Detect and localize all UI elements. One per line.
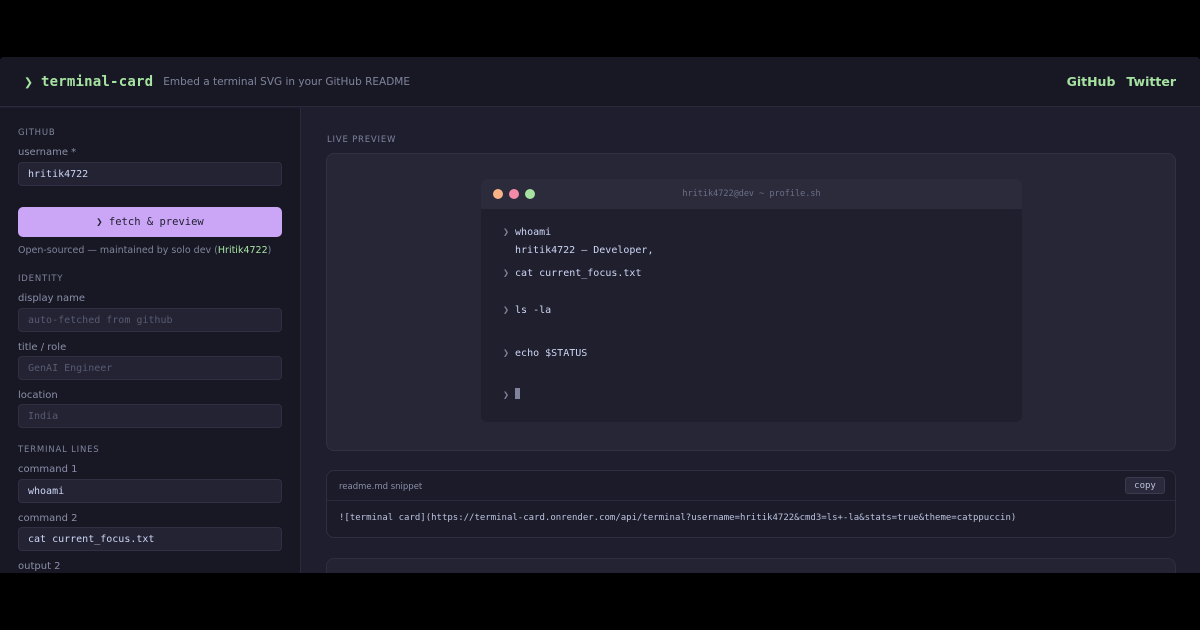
location-input[interactable]: India bbox=[18, 404, 282, 428]
terminal-line-cmd2: ❯ cat current_focus.txt bbox=[503, 268, 641, 279]
section-terminal-lines-title: TERMINAL LINES bbox=[18, 445, 100, 455]
terminal-line-cmd4: ❯ echo $STATUS bbox=[503, 348, 587, 359]
copy-button[interactable]: copy bbox=[1125, 477, 1165, 494]
readme-snippet-panel: readme.md snippet copy ![terminal card](… bbox=[326, 470, 1176, 538]
terminal-card-preview: hritik4722@dev ~ profile.sh ❯ whoami hrit… bbox=[481, 179, 1022, 422]
title-role-input[interactable]: GenAI Engineer bbox=[18, 356, 282, 380]
app-tagline: Embed a terminal SVG in your GitHub READ… bbox=[163, 75, 410, 88]
maintainer-link[interactable]: Hritik4722 bbox=[218, 245, 268, 256]
terminal-line-cursor: ❯ bbox=[503, 388, 521, 401]
snippet-code[interactable]: ![terminal card](https://terminal-card.o… bbox=[339, 513, 1016, 523]
location-label: location bbox=[18, 390, 58, 401]
live-preview-title: LIVE PREVIEW bbox=[327, 135, 397, 145]
username-label: username * bbox=[18, 147, 77, 158]
terminal-title-bar: hritik4722@dev ~ profile.sh bbox=[481, 179, 1022, 209]
terminal-line-output1: hritik4722 — Developer, bbox=[515, 245, 654, 256]
command2-input[interactable]: cat current_focus.txt bbox=[18, 527, 282, 551]
settings-sidebar: GITHUB username * hritik4722 ❯ fetch & p… bbox=[0, 108, 301, 573]
snippet-label: readme.md snippet bbox=[339, 482, 423, 492]
logo-chevron-icon: ❯ bbox=[24, 72, 34, 91]
terminal-command: whoami bbox=[515, 227, 552, 238]
snippet-header: readme.md snippet copy bbox=[327, 471, 1175, 501]
app-window: ❯ terminal-card Embed a terminal SVG in … bbox=[0, 57, 1200, 573]
terminal-line-cmd3: ❯ ls -la bbox=[503, 305, 551, 316]
title-role-label: title / role bbox=[18, 342, 67, 353]
oss-note: Open-sourced — maintained by solo dev (H… bbox=[18, 245, 271, 256]
prompt-chevron-icon: ❯ bbox=[503, 227, 510, 238]
display-name-label: display name bbox=[18, 293, 86, 304]
output2-label: output 2 bbox=[18, 561, 61, 572]
prompt-chevron-icon: ❯ bbox=[503, 305, 510, 316]
oss-note-prefix: Open-sourced — maintained by solo dev ( bbox=[18, 245, 218, 256]
display-name-input[interactable]: auto-fetched from github bbox=[18, 308, 282, 332]
section-github-title: GITHUB bbox=[18, 128, 56, 138]
username-input[interactable]: hritik4722 bbox=[18, 162, 282, 186]
github-link[interactable]: GitHub bbox=[1067, 74, 1116, 89]
command1-input[interactable]: whoami bbox=[18, 479, 282, 503]
header-links: GitHub Twitter bbox=[1067, 74, 1176, 89]
terminal-command: cat current_focus.txt bbox=[515, 268, 642, 279]
oss-note-suffix: ) bbox=[267, 245, 272, 256]
app-name: terminal-card bbox=[41, 73, 154, 90]
prompt-chevron-icon: ❯ bbox=[503, 348, 510, 359]
section-identity-title: IDENTITY bbox=[18, 274, 64, 284]
terminal-command: ls -la bbox=[515, 305, 552, 316]
live-preview-panel: hritik4722@dev ~ profile.sh ❯ whoami hrit… bbox=[326, 153, 1176, 451]
terminal-window-title: hritik4722@dev ~ profile.sh bbox=[682, 189, 821, 199]
cursor-icon bbox=[515, 388, 521, 399]
terminal-line-cmd1: ❯ whoami bbox=[503, 227, 551, 238]
twitter-link[interactable]: Twitter bbox=[1126, 74, 1176, 89]
prompt-chevron-icon: ❯ bbox=[503, 268, 510, 279]
fetch-preview-button[interactable]: ❯ fetch & preview bbox=[18, 207, 282, 237]
stats-panel bbox=[326, 558, 1176, 573]
main-content: LIVE PREVIEW hritik4722@dev ~ profile.sh… bbox=[302, 108, 1200, 573]
top-header: ❯ terminal-card Embed a terminal SVG in … bbox=[0, 57, 1200, 107]
command1-label: command 1 bbox=[18, 464, 78, 475]
command2-label: command 2 bbox=[18, 513, 78, 524]
prompt-chevron-icon: ❯ bbox=[503, 390, 510, 401]
terminal-command: echo $STATUS bbox=[515, 348, 588, 359]
